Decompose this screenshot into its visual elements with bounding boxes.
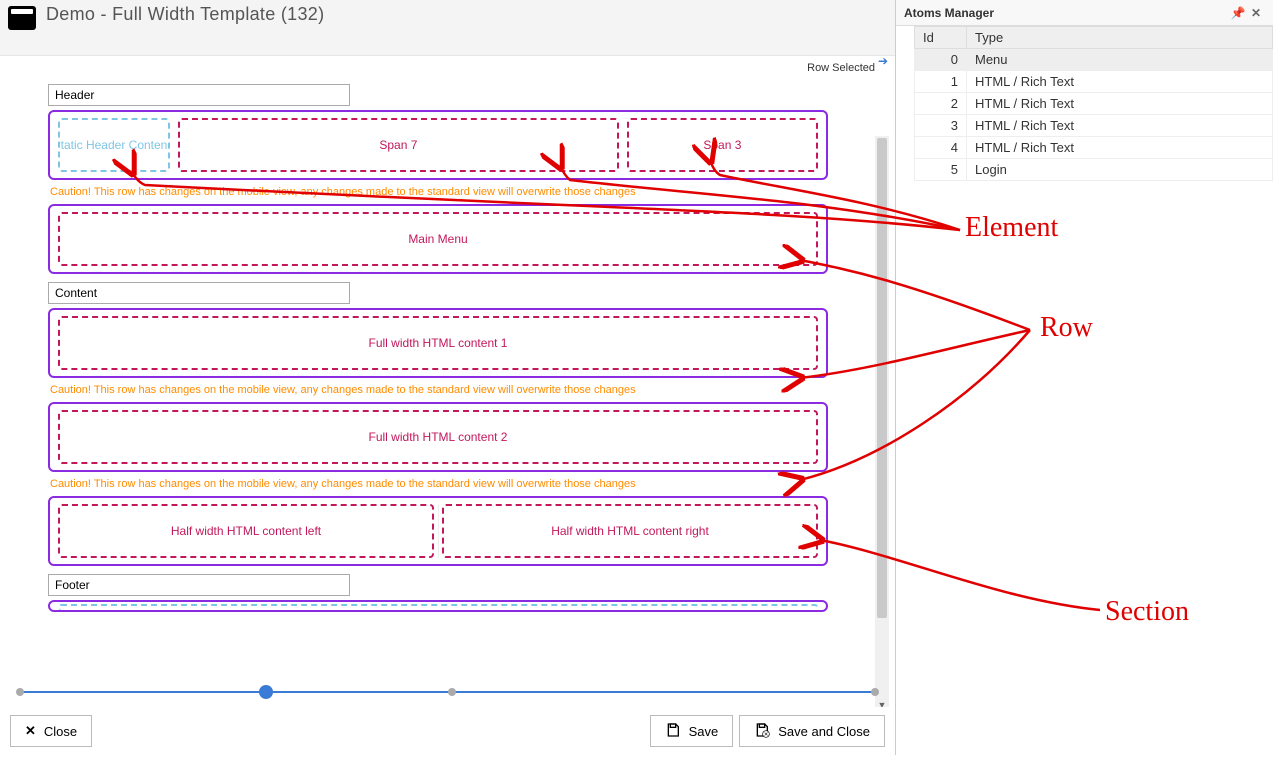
pin-icon[interactable]: 📌: [1229, 6, 1247, 20]
atoms-manager-panel: Atoms Manager 📌 ✕ ➔ Id Type 0Menu 1HTML …: [895, 0, 1273, 755]
zoom-out-icon[interactable]: [16, 688, 24, 696]
cell-type: Menu: [967, 49, 1273, 71]
element-static-header[interactable]: tatic Header Conten: [58, 118, 170, 172]
save-close-icon: ✕: [754, 722, 770, 741]
zoom-slider[interactable]: [20, 683, 875, 701]
element-full-1[interactable]: Full width HTML content 1: [58, 316, 818, 370]
atoms-table[interactable]: Id Type 0Menu 1HTML / Rich Text 2HTML / …: [914, 26, 1273, 181]
scrollbar-thumb[interactable]: [877, 138, 887, 618]
save-icon: [665, 722, 681, 741]
table-row[interactable]: 4HTML / Rich Text: [915, 137, 1273, 159]
row-indicator-icon: ➔: [878, 54, 888, 68]
panel-title: Atoms Manager: [904, 6, 994, 20]
zoom-handle[interactable]: [259, 685, 273, 699]
element-footer-peek[interactable]: [58, 604, 818, 610]
scroll-down-icon[interactable]: ▼: [875, 700, 889, 707]
footer-row[interactable]: [48, 600, 828, 612]
section-label-footer[interactable]: [48, 574, 350, 596]
table-row[interactable]: 0Menu: [915, 49, 1273, 71]
save-and-close-button[interactable]: ✕ Save and Close: [739, 715, 885, 747]
save-label: Save: [689, 724, 719, 739]
close-icon: ✕: [25, 723, 36, 739]
content-row-1[interactable]: Full width HTML content 1: [48, 308, 828, 378]
content-row-3[interactable]: Half width HTML content left Half width …: [48, 496, 828, 566]
cell-id: 3: [915, 115, 967, 137]
zoom-in-icon[interactable]: [871, 688, 879, 696]
header-row-2[interactable]: Main Menu: [48, 204, 828, 274]
canvas-scrollbar[interactable]: ▼: [875, 136, 889, 707]
panel-close-icon[interactable]: ✕: [1247, 6, 1265, 20]
close-button[interactable]: ✕ Close: [10, 715, 92, 747]
section-label-content[interactable]: [48, 282, 350, 304]
section-label-header[interactable]: [48, 84, 350, 106]
caution-text: Caution! This row has changes on the mob…: [50, 384, 828, 396]
element-span7[interactable]: Span 7: [178, 118, 619, 172]
content-row-2[interactable]: Full width HTML content 2: [48, 402, 828, 472]
caution-text: Caution! This row has changes on the mob…: [50, 186, 828, 198]
cell-id: 1: [915, 71, 967, 93]
element-half-right[interactable]: Half width HTML content right: [442, 504, 818, 558]
element-half-left[interactable]: Half width HTML content left: [58, 504, 434, 558]
element-span3[interactable]: Span 3: [627, 118, 818, 172]
cell-id: 4: [915, 137, 967, 159]
svg-text:✕: ✕: [764, 732, 768, 738]
cell-type: HTML / Rich Text: [967, 71, 1273, 93]
cell-type: HTML / Rich Text: [967, 93, 1273, 115]
col-type[interactable]: Type: [967, 27, 1273, 49]
zoom-mark: [448, 688, 456, 696]
table-row[interactable]: 1HTML / Rich Text: [915, 71, 1273, 93]
element-main-menu[interactable]: Main Menu: [58, 212, 818, 266]
caution-text: Caution! This row has changes on the mob…: [50, 478, 828, 490]
element-full-2[interactable]: Full width HTML content 2: [58, 410, 818, 464]
cell-id: 2: [915, 93, 967, 115]
app-icon: [8, 6, 36, 30]
cell-type: HTML / Rich Text: [967, 115, 1273, 137]
table-row[interactable]: 5Login: [915, 159, 1273, 181]
header-row-1[interactable]: tatic Header Conten Span 7 Span 3: [48, 110, 828, 180]
save-close-label: Save and Close: [778, 724, 870, 739]
col-id[interactable]: Id: [915, 27, 967, 49]
page-title: Demo - Full Width Template (132): [46, 4, 324, 25]
save-button[interactable]: Save: [650, 715, 734, 747]
close-label: Close: [44, 724, 77, 739]
cell-type: HTML / Rich Text: [967, 137, 1273, 159]
cell-id: 0: [915, 49, 967, 71]
cell-id: 5: [915, 159, 967, 181]
table-row[interactable]: 2HTML / Rich Text: [915, 93, 1273, 115]
table-row[interactable]: 3HTML / Rich Text: [915, 115, 1273, 137]
cell-type: Login: [967, 159, 1273, 181]
